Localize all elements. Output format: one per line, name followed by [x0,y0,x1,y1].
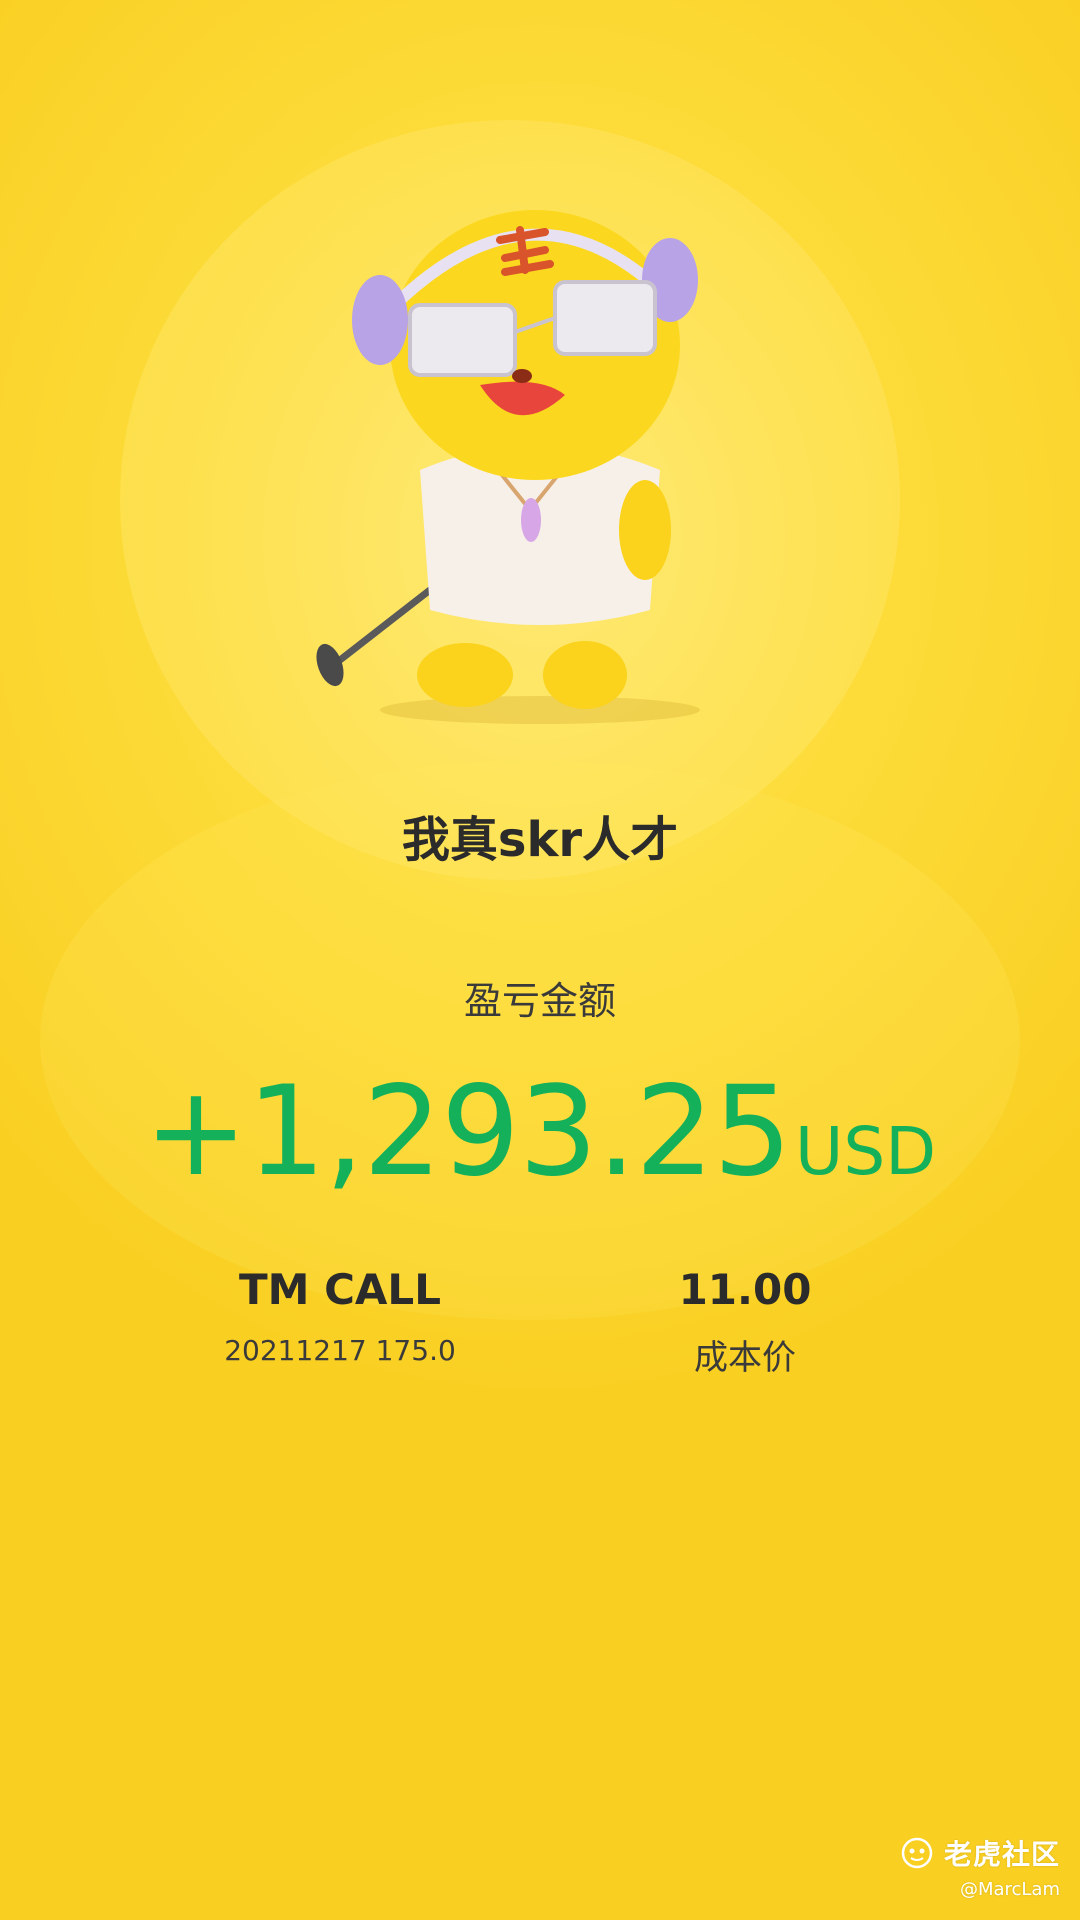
pnl-amount-row: +1,293.25USD [0,1060,1080,1204]
cost-info: 11.00 成本价 [600,1265,890,1379]
watermark-brand: 老虎社区 [943,1838,1060,1871]
watermark-user: @MarcLam [959,1879,1060,1900]
position-detail: 20211217 175.0 [224,1334,456,1367]
position-name: TM CALL [239,1265,441,1314]
pnl-label: 盈亏金额 [463,979,616,1023]
tiger-mascot-illustration [316,210,700,724]
achievement-title: 我真skr人才 [401,812,679,868]
cost-label: 成本价 [694,1338,796,1378]
pnl-value: +1,293.25 [143,1060,792,1204]
pnl-currency: USD [795,1113,937,1190]
cost-value: 11.00 [678,1265,812,1314]
position-info: TM CALL 20211217 175.0 [180,1265,500,1367]
tiger-logo-icon [901,1837,933,1869]
watermark: 老虎社区 @MarcLam [900,1833,1060,1900]
